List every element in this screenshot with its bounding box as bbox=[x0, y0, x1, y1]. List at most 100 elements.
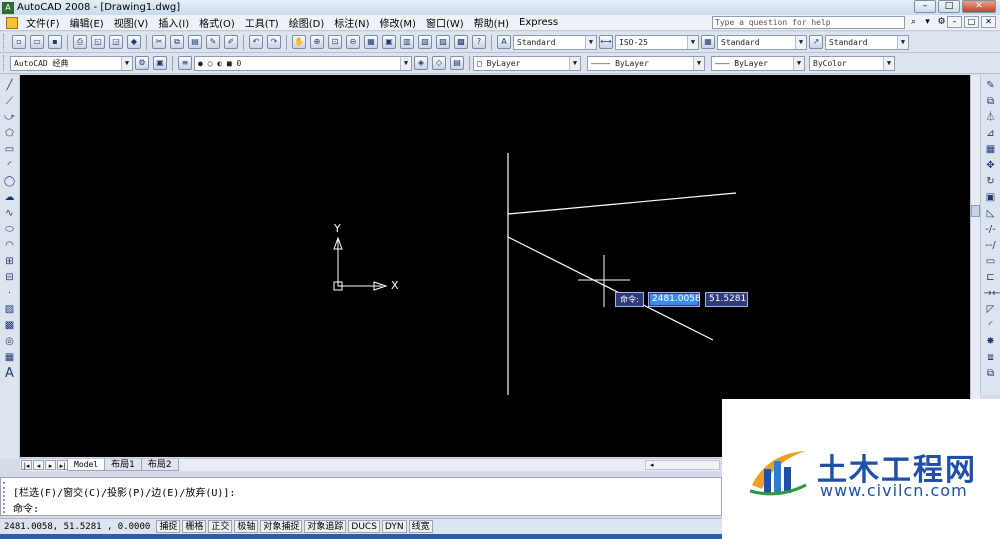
paste-icon[interactable]: ▤ bbox=[188, 35, 202, 49]
menu-file[interactable]: 文件(F) bbox=[21, 15, 65, 30]
help-search-input[interactable]: Type a question for help bbox=[712, 16, 905, 29]
copy-object-icon[interactable]: ⧉ bbox=[984, 95, 998, 109]
arc-icon[interactable]: ◜ bbox=[3, 159, 17, 173]
stretch-icon[interactable]: ◺ bbox=[984, 207, 998, 221]
circle-icon[interactable]: ◯ bbox=[3, 175, 17, 189]
new-icon[interactable]: ▫ bbox=[12, 35, 26, 49]
redo-icon[interactable]: ↷ bbox=[267, 35, 281, 49]
layer-state-icon[interactable]: ▤ bbox=[450, 56, 464, 70]
document-icon[interactable] bbox=[6, 16, 18, 29]
table-style-select[interactable]: Standard ▼ bbox=[717, 34, 807, 50]
ellipse-icon[interactable]: ⬭ bbox=[3, 223, 17, 237]
scale-icon[interactable]: ▣ bbox=[984, 191, 998, 205]
move-icon[interactable]: ✥ bbox=[984, 159, 998, 173]
doc-close-button[interactable]: ✕ bbox=[981, 16, 996, 28]
tab-first-button[interactable]: |◂ bbox=[21, 460, 32, 470]
scrollbar-thumb[interactable] bbox=[971, 205, 980, 217]
print-preview-icon[interactable]: ◱ bbox=[91, 35, 105, 49]
block-editor-icon[interactable]: ✐ bbox=[224, 35, 238, 49]
sheet-set-icon[interactable]: ▧ bbox=[418, 35, 432, 49]
doc-minimize-button[interactable]: – bbox=[947, 16, 962, 28]
command-line-grip[interactable] bbox=[3, 482, 9, 513]
scroll-left-icon[interactable]: ◂ bbox=[650, 461, 654, 469]
send-to-back-icon[interactable]: ⧉ bbox=[984, 367, 998, 381]
ortho-toggle[interactable]: 正交 bbox=[208, 520, 233, 533]
menu-edit[interactable]: 编辑(E) bbox=[65, 15, 109, 30]
menu-express[interactable]: Express bbox=[514, 17, 563, 28]
open-icon[interactable]: ▭ bbox=[30, 35, 44, 49]
gradient-icon[interactable]: ▩ bbox=[3, 319, 17, 333]
text-style-icon[interactable]: A bbox=[497, 35, 511, 49]
maximize-button[interactable]: □ bbox=[938, 0, 960, 13]
close-button[interactable]: ✕ bbox=[962, 0, 996, 13]
chevron-down-icon[interactable]: ▼ bbox=[400, 56, 411, 70]
layer-previous-icon[interactable]: ◇ bbox=[432, 56, 446, 70]
chevron-down-icon[interactable]: ▼ bbox=[693, 56, 704, 70]
fillet-icon[interactable]: ◜ bbox=[984, 319, 998, 333]
undo-icon[interactable]: ↶ bbox=[249, 35, 263, 49]
zoom-window-icon[interactable]: ⊡ bbox=[328, 35, 342, 49]
chevron-down-icon[interactable]: ▼ bbox=[687, 35, 698, 49]
minimize-button[interactable]: – bbox=[914, 0, 936, 13]
insert-block-icon[interactable]: ⊞ bbox=[3, 255, 17, 269]
properties-icon[interactable]: ▦ bbox=[364, 35, 378, 49]
grid-toggle[interactable]: 栅格 bbox=[182, 520, 207, 533]
trim-icon[interactable]: -/- bbox=[984, 223, 998, 237]
chevron-down-icon[interactable]: ▼ bbox=[569, 56, 580, 70]
help-icon[interactable]: ? bbox=[472, 35, 486, 49]
calculator-icon[interactable]: ▩ bbox=[454, 35, 468, 49]
region-icon[interactable]: ◎ bbox=[3, 335, 17, 349]
dim-style-select[interactable]: ISO-25 ▼ bbox=[615, 34, 699, 50]
menu-insert[interactable]: 插入(I) bbox=[153, 15, 194, 30]
zoom-previous-icon[interactable]: ⊖ bbox=[346, 35, 360, 49]
autocad-app-icon[interactable]: A bbox=[2, 1, 14, 14]
color-select[interactable]: □ ByLayer ▼ bbox=[473, 55, 581, 71]
tool-palettes-icon[interactable]: ▥ bbox=[400, 35, 414, 49]
osnap-toggle[interactable]: 对象捕捉 bbox=[260, 520, 303, 533]
multiline-text-icon[interactable]: A bbox=[3, 367, 17, 381]
point-icon[interactable]: · bbox=[3, 287, 17, 301]
command-prompt[interactable]: 命令: bbox=[13, 500, 39, 515]
extend-icon[interactable]: --/ bbox=[984, 239, 998, 253]
join-icon[interactable]: →← bbox=[984, 287, 1000, 301]
plotstyle-select[interactable]: ByColor ▼ bbox=[809, 55, 895, 71]
zoom-realtime-icon[interactable]: ⊕ bbox=[310, 35, 324, 49]
chevron-down-icon[interactable]: ▾ bbox=[922, 16, 933, 28]
mirror-icon[interactable]: ⏃ bbox=[984, 111, 998, 125]
break-at-point-icon[interactable]: ▭ bbox=[984, 255, 998, 269]
menu-modify[interactable]: 修改(M) bbox=[375, 15, 421, 30]
polar-toggle[interactable]: 极轴 bbox=[234, 520, 259, 533]
workspace-select[interactable]: AutoCAD 经典 ▼ bbox=[10, 55, 133, 71]
workspace-settings-icon[interactable]: ⚙ bbox=[135, 56, 149, 70]
chevron-down-icon[interactable]: ▼ bbox=[795, 35, 806, 49]
toolbar-grip[interactable] bbox=[3, 55, 7, 71]
menu-tools[interactable]: 工具(T) bbox=[240, 15, 284, 30]
spline-icon[interactable]: ∿ bbox=[3, 207, 17, 221]
draw-order-icon[interactable]: ⧈ bbox=[984, 351, 998, 365]
table-icon[interactable]: ▦ bbox=[3, 351, 17, 365]
chevron-down-icon[interactable]: ▼ bbox=[121, 56, 132, 70]
make-current-layer-icon[interactable]: ◈ bbox=[414, 56, 428, 70]
match-properties-icon[interactable]: ✎ bbox=[206, 35, 220, 49]
hatch-icon[interactable]: ▨ bbox=[3, 303, 17, 317]
3d-dwf-icon[interactable]: ◆ bbox=[127, 35, 141, 49]
copy-icon[interactable]: ⧉ bbox=[170, 35, 184, 49]
coordinate-display[interactable]: 2481.0058, 51.5281 , 0.0000 bbox=[0, 522, 156, 532]
search-icon[interactable]: ⌕ bbox=[908, 16, 919, 28]
mleader-style-select[interactable]: Standard ▼ bbox=[825, 34, 909, 50]
linetype-select[interactable]: ———— ByLayer ▼ bbox=[587, 55, 705, 71]
dynamic-input-y[interactable]: 51.5281 bbox=[705, 292, 748, 307]
chevron-down-icon[interactable]: ▼ bbox=[897, 35, 908, 49]
publish-icon[interactable]: ◲ bbox=[109, 35, 123, 49]
break-icon[interactable]: ⊏ bbox=[984, 271, 998, 285]
chevron-down-icon[interactable]: ▼ bbox=[585, 35, 596, 49]
dim-style-icon[interactable]: ⟷ bbox=[599, 35, 613, 49]
explode-icon[interactable]: ✸ bbox=[984, 335, 998, 349]
doc-restore-button[interactable]: □ bbox=[964, 16, 979, 28]
chamfer-icon[interactable]: ◸ bbox=[984, 303, 998, 317]
tab-layout2[interactable]: 布局2 bbox=[140, 459, 179, 471]
pan-icon[interactable]: ✋ bbox=[292, 35, 306, 49]
layer-select[interactable]: ● ○ ◐ ■ 0 ▼ bbox=[194, 55, 412, 71]
line-icon[interactable]: ╱ bbox=[3, 79, 17, 93]
tab-model[interactable]: Model bbox=[67, 459, 106, 471]
